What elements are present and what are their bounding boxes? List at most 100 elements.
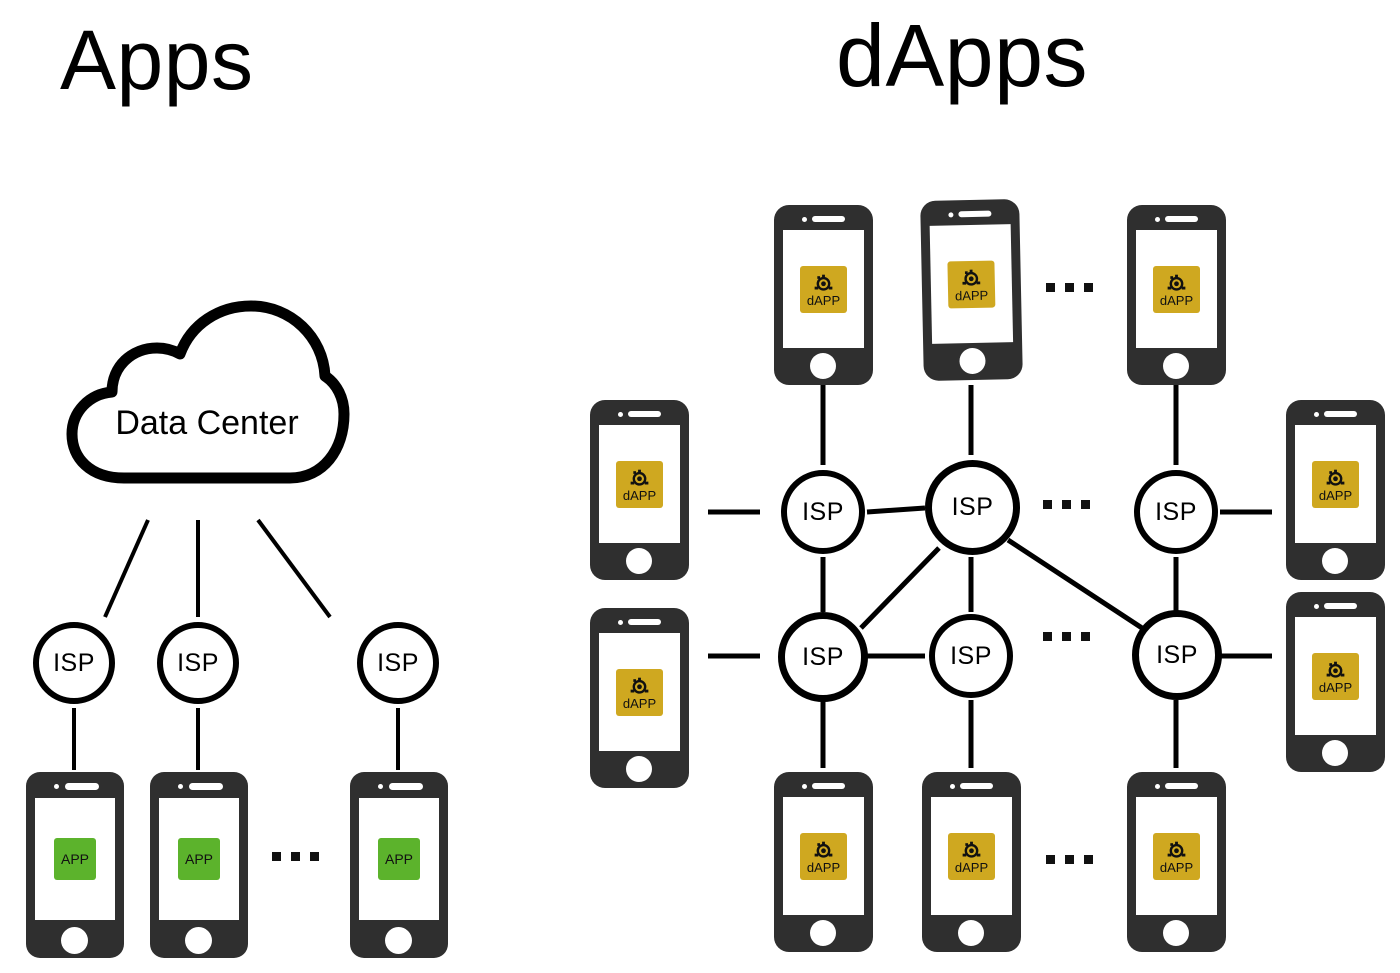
dapp-tile[interactable]: dAPP	[1312, 652, 1359, 700]
isp-label: ISP	[1156, 640, 1198, 669]
dapp-tile[interactable]: dAPP	[948, 832, 995, 880]
isp-label: ISP	[950, 641, 992, 670]
home-button[interactable]	[959, 347, 986, 375]
dapp-tile[interactable]: dAPP	[1153, 832, 1200, 880]
isp-node-dapps-bottom-left[interactable]: ISP	[778, 612, 868, 702]
network-node-icon	[1167, 841, 1186, 858]
ellipsis-dot	[1043, 500, 1052, 509]
isp-node-dapps-bottom-center[interactable]: ISP	[929, 614, 1013, 698]
app-tile[interactable]: APP	[54, 838, 96, 880]
isp-label: ISP	[802, 642, 844, 671]
ellipsis-dot	[310, 852, 319, 861]
home-button[interactable]	[626, 756, 652, 782]
isp-node-dapps-top-right[interactable]: ISP	[1134, 470, 1218, 554]
smartphone-dapps-bottom-1[interactable]: dAPP	[774, 772, 873, 952]
isp-node-dapps-top-center[interactable]: ISP	[925, 460, 1020, 555]
link-isp-tc-bl-diagonal	[859, 546, 941, 630]
phone-screen: dAPP	[783, 230, 864, 348]
dapp-tile[interactable]: dAPP	[1312, 460, 1359, 508]
home-button[interactable]	[1163, 353, 1189, 379]
smartphone-dapps-bottom-2[interactable]: dAPP	[922, 772, 1021, 952]
home-button[interactable]	[810, 920, 836, 946]
ellipsis-dapps-bottom	[1046, 855, 1093, 864]
phone-screen: dAPP	[783, 797, 864, 915]
dapp-tile-label: dAPP	[1159, 859, 1194, 875]
smartphone-dapps-left-1[interactable]: dAPP	[590, 400, 689, 580]
camera-icon	[178, 784, 183, 789]
home-button[interactable]	[1322, 740, 1348, 766]
isp-node-dapps-top-left[interactable]: ISP	[781, 470, 865, 554]
dapp-tile-label: dAPP	[622, 487, 657, 503]
phone-screen: APP	[359, 798, 439, 920]
smartphone-apps-2[interactable]: APP	[150, 772, 248, 958]
isp-node-apps-2[interactable]: ISP	[157, 622, 239, 704]
ellipsis-apps-phones	[272, 852, 319, 861]
ellipsis-dapps-isp-bottom	[1043, 632, 1090, 641]
dapp-tile[interactable]: dAPP	[800, 265, 847, 313]
dapp-tile-label: dAPP	[806, 292, 841, 308]
dapp-tile[interactable]: dAPP	[1153, 265, 1200, 313]
smartphone-apps-3[interactable]: APP	[350, 772, 448, 958]
isp-node-apps-1[interactable]: ISP	[33, 622, 115, 704]
home-button[interactable]	[810, 353, 836, 379]
network-node-icon	[962, 269, 981, 286]
app-tile[interactable]: APP	[378, 838, 420, 880]
dapp-tile[interactable]: dAPP	[616, 460, 663, 508]
dapp-tile[interactable]: dAPP	[616, 668, 663, 716]
cloud-icon	[66, 300, 350, 484]
camera-icon	[1155, 784, 1160, 789]
phone-screen: dAPP	[1136, 230, 1217, 348]
isp-label: ISP	[1155, 497, 1197, 526]
home-button[interactable]	[626, 548, 652, 574]
data-center-cloud: Data Center	[62, 300, 352, 485]
home-button[interactable]	[958, 920, 984, 946]
smartphone-dapps-top-1[interactable]: dAPP	[774, 205, 873, 385]
dapp-tile-label: dAPP	[622, 695, 657, 711]
app-tile[interactable]: APP	[178, 838, 220, 880]
smartphone-dapps-right-1[interactable]: dAPP	[1286, 400, 1385, 580]
app-tile-label: APP	[384, 851, 413, 867]
network-node-icon	[814, 841, 833, 858]
dapp-tile-label: dAPP	[954, 859, 989, 875]
ellipsis-dapps-isp-top	[1043, 500, 1090, 509]
smartphone-apps-1[interactable]: APP	[26, 772, 124, 958]
link-isp-tc-br-diagonal	[1006, 537, 1144, 631]
ellipsis-dot	[1043, 632, 1052, 641]
isp-node-apps-3[interactable]: ISP	[357, 622, 439, 704]
phone-screen: dAPP	[1295, 617, 1376, 735]
speaker-icon	[812, 216, 845, 222]
home-button[interactable]	[1322, 548, 1348, 574]
smartphone-dapps-right-2[interactable]: dAPP	[1286, 592, 1385, 772]
network-node-icon	[630, 677, 649, 694]
home-button[interactable]	[1163, 920, 1189, 946]
link-cloud-isp-left	[103, 519, 150, 618]
phone-screen: dAPP	[1136, 797, 1217, 915]
smartphone-dapps-top-3[interactable]: dAPP	[1127, 205, 1226, 385]
isp-label: ISP	[802, 497, 844, 526]
app-tile-label: APP	[60, 851, 89, 867]
dapp-tile-label: dAPP	[806, 859, 841, 875]
dapp-tile[interactable]: dAPP	[800, 832, 847, 880]
isp-node-dapps-bottom-right[interactable]: ISP	[1132, 610, 1222, 700]
network-node-icon	[814, 274, 833, 291]
home-button[interactable]	[385, 927, 412, 954]
speaker-icon	[1324, 411, 1357, 417]
smartphone-dapps-top-2[interactable]: dAPP	[920, 198, 1023, 382]
smartphone-dapps-left-2[interactable]: dAPP	[590, 608, 689, 788]
home-button[interactable]	[61, 927, 88, 954]
ellipsis-dapps-top	[1046, 283, 1093, 292]
camera-icon	[802, 784, 807, 789]
speaker-icon	[960, 783, 993, 789]
ellipsis-dot	[1084, 283, 1093, 292]
dapp-tile-label: dAPP	[954, 287, 989, 303]
dapp-tile[interactable]: dAPP	[947, 260, 996, 308]
home-button[interactable]	[185, 927, 212, 954]
ellipsis-dot	[1081, 500, 1090, 509]
ellipsis-dot	[1065, 855, 1074, 864]
ellipsis-dot	[1081, 632, 1090, 641]
smartphone-dapps-bottom-3[interactable]: dAPP	[1127, 772, 1226, 952]
ellipsis-dot	[1062, 632, 1071, 641]
isp-label: ISP	[53, 648, 95, 677]
speaker-icon	[1324, 603, 1357, 609]
phone-screen: dAPP	[599, 425, 680, 543]
